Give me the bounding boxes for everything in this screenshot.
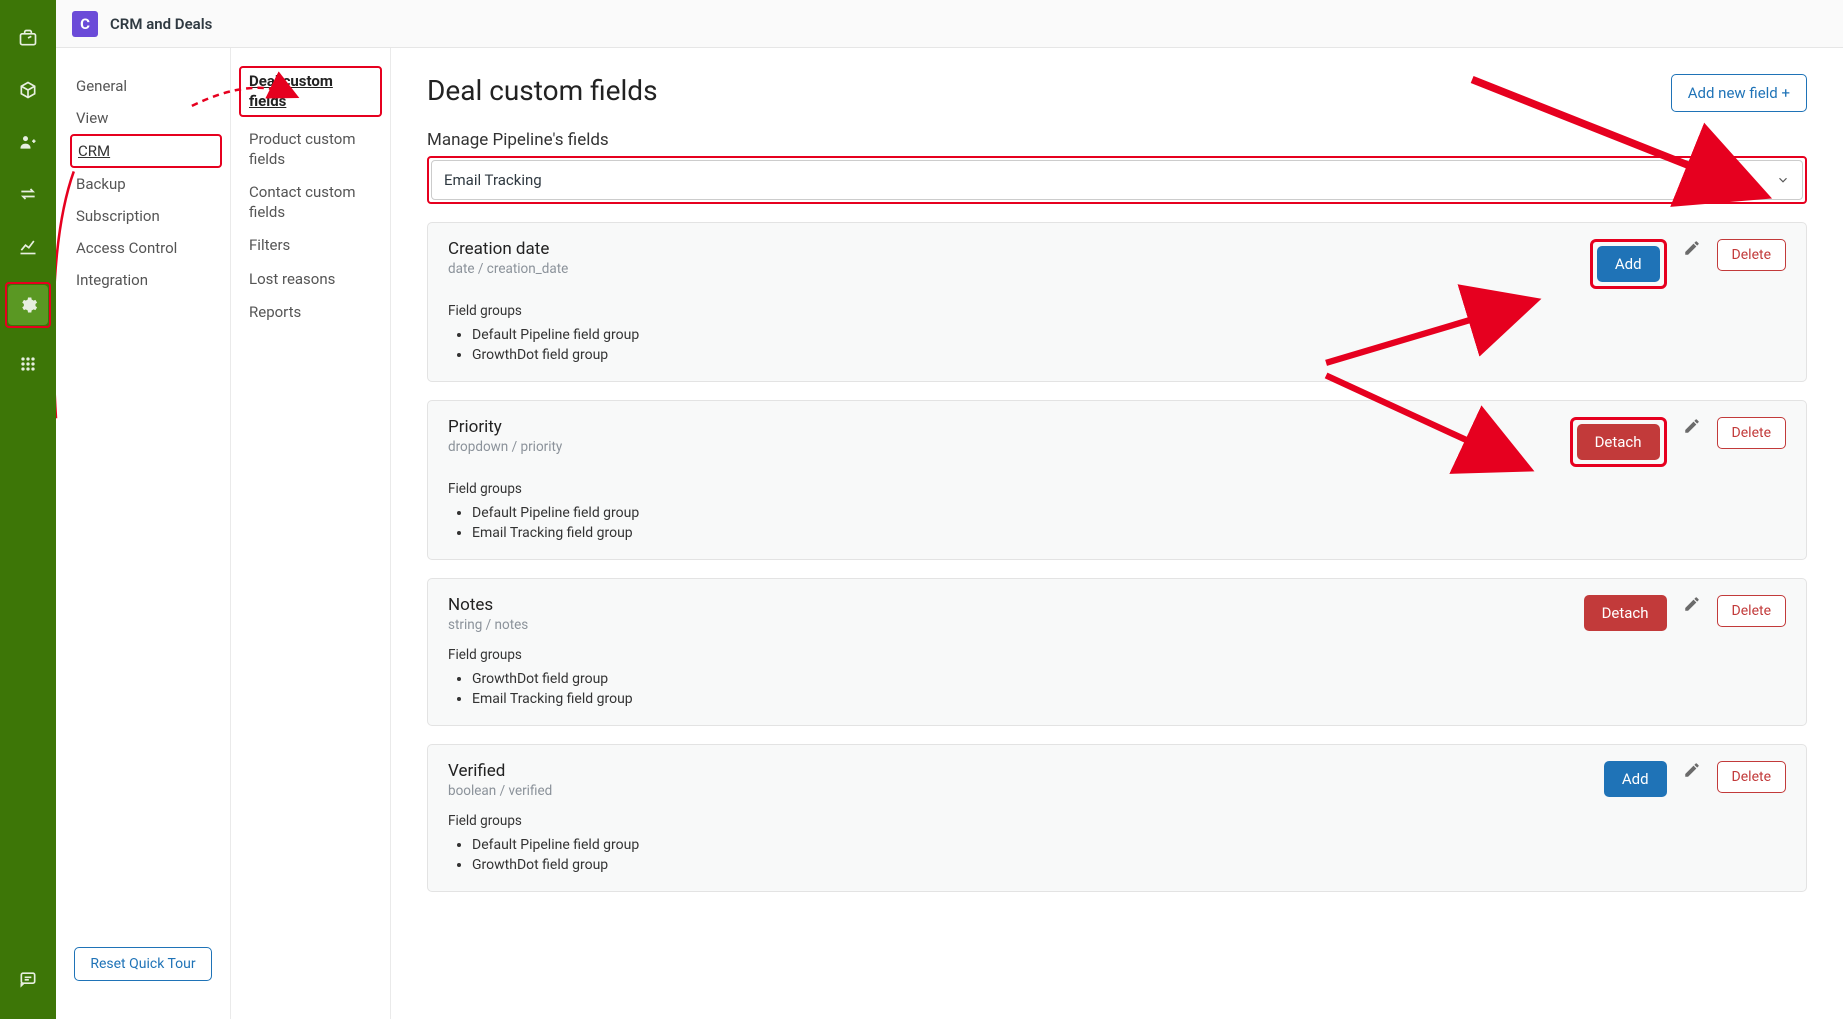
page-title: Deal custom fields [427, 74, 658, 107]
field-groups-label: Field groups [448, 647, 1786, 663]
topbar: C CRM and Deals [56, 0, 1843, 48]
pencil-icon[interactable] [1683, 595, 1701, 613]
pipeline-select-highlight: Email Tracking [427, 156, 1807, 204]
field-group-item: Default Pipeline field group [472, 325, 1786, 345]
nav1-item-integration[interactable]: Integration [56, 264, 230, 296]
field-card: Notes string / notes Detach Delete Field gro… [427, 578, 1807, 726]
field-group-list: Default Pipeline field groupGrowthDot fi… [448, 325, 1786, 365]
field-card: Verified boolean / verified Add Delete Field… [427, 744, 1807, 892]
nav2-deal-highlight: Deal custom fields [239, 66, 382, 117]
field-group-list: Default Pipeline field groupEmail Tracki… [448, 503, 1786, 543]
nav2-item-filters[interactable]: Filters [231, 229, 390, 263]
field-group-item: Default Pipeline field group [472, 503, 1786, 523]
pencil-icon[interactable] [1683, 239, 1701, 257]
field-groups-label: Field groups [448, 481, 1786, 497]
settings-highlight [5, 282, 51, 328]
field-group-item: GrowthDot field group [472, 345, 1786, 365]
briefcase-icon[interactable] [8, 18, 48, 58]
reset-quick-tour-button[interactable]: Reset Quick Tour [74, 947, 212, 981]
gear-icon[interactable] [8, 285, 48, 325]
button-highlight: Add [1590, 239, 1667, 289]
button-highlight: Detach [1570, 417, 1667, 467]
add-field-button[interactable]: Add [1597, 246, 1660, 282]
crm-subnav: Deal custom fields Product custom fields… [231, 48, 391, 1019]
pencil-icon[interactable] [1683, 761, 1701, 779]
pipeline-select[interactable]: Email Tracking [431, 160, 1803, 200]
nav2-item-product-custom-fields[interactable]: Product custom fields [231, 123, 390, 176]
field-card: Creation date date / creation_date Add Dele… [427, 222, 1807, 382]
nav1-item-crm[interactable]: CRM [78, 140, 214, 162]
settings-nav: General View CRM Backup Subscription Acc… [56, 48, 231, 1019]
nav2-item-lost-reasons[interactable]: Lost reasons [231, 263, 390, 297]
nav1-crm-highlight: CRM [70, 134, 222, 168]
field-name: Verified [448, 761, 1588, 781]
add-new-field-button[interactable]: Add new field + [1671, 74, 1807, 112]
nav2-item-reports[interactable]: Reports [231, 296, 390, 330]
field-group-item: GrowthDot field group [472, 669, 1786, 689]
nav1-item-view[interactable]: View [56, 102, 230, 134]
field-group-list: Default Pipeline field groupGrowthDot fi… [448, 835, 1786, 875]
main-content: Deal custom fields Add new field + Manag… [391, 48, 1843, 1019]
left-rail [0, 0, 56, 1019]
swap-icon[interactable] [8, 174, 48, 214]
nav1-item-access-control[interactable]: Access Control [56, 232, 230, 264]
pencil-icon[interactable] [1683, 417, 1701, 435]
nav2-item-deal-custom-fields[interactable]: Deal custom fields [249, 72, 372, 111]
delete-field-button[interactable]: Delete [1717, 417, 1786, 449]
field-groups-label: Field groups [448, 303, 1786, 319]
field-name: Priority [448, 417, 1554, 437]
field-card: Priority dropdown / priority Detach Delete F… [427, 400, 1807, 560]
apps-icon[interactable] [8, 344, 48, 384]
field-meta: boolean / verified [448, 783, 1588, 799]
nav1-item-general[interactable]: General [56, 70, 230, 102]
field-group-item: Email Tracking field group [472, 689, 1786, 709]
cube-icon[interactable] [8, 70, 48, 110]
chevron-down-icon [1776, 173, 1790, 187]
detach-field-button[interactable]: Detach [1584, 595, 1667, 631]
nav1-item-subscription[interactable]: Subscription [56, 200, 230, 232]
field-group-item: Email Tracking field group [472, 523, 1786, 543]
app-title: CRM and Deals [110, 15, 212, 33]
manage-pipeline-label: Manage Pipeline's fields [427, 130, 1807, 150]
field-groups-label: Field groups [448, 813, 1786, 829]
field-name: Notes [448, 595, 1568, 615]
pipeline-selected-value: Email Tracking [444, 171, 542, 189]
delete-field-button[interactable]: Delete [1717, 761, 1786, 793]
detach-field-button[interactable]: Detach [1577, 424, 1660, 460]
add-field-button[interactable]: Add [1604, 761, 1667, 797]
field-meta: dropdown / priority [448, 439, 1554, 455]
app-logo: C [72, 11, 98, 37]
nav2-item-contact-custom-fields[interactable]: Contact custom fields [231, 176, 390, 229]
chat-icon[interactable] [8, 959, 48, 999]
nav1-item-backup[interactable]: Backup [56, 168, 230, 200]
delete-field-button[interactable]: Delete [1717, 595, 1786, 627]
field-group-item: Default Pipeline field group [472, 835, 1786, 855]
field-meta: date / creation_date [448, 261, 1574, 277]
field-meta: string / notes [448, 617, 1568, 633]
user-group-icon[interactable] [8, 122, 48, 162]
chart-icon[interactable] [8, 226, 48, 266]
field-group-item: GrowthDot field group [472, 855, 1786, 875]
field-name: Creation date [448, 239, 1574, 259]
field-group-list: GrowthDot field groupEmail Tracking fiel… [448, 669, 1786, 709]
delete-field-button[interactable]: Delete [1717, 239, 1786, 271]
